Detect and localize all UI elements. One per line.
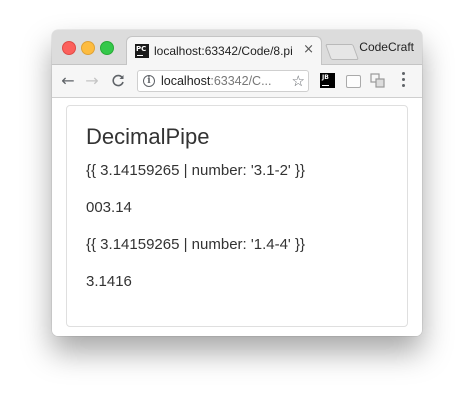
- page-title: DecimalPipe: [86, 124, 210, 149]
- url-text[interactable]: localhost:63342/C...: [161, 74, 286, 88]
- tab-title: localhost:63342/Code/8.pi: [154, 44, 293, 58]
- url-path: :63342/C...: [210, 74, 272, 88]
- page-viewport: DecimalPipe {{ 3.14159265 | number: '3.1…: [52, 98, 422, 336]
- window-maximize-button[interactable]: [100, 41, 114, 55]
- jetbrains-icon[interactable]: JB: [320, 73, 335, 88]
- code-example-2: {{ 3.14159265 | number: '1.4-4' }}: [86, 236, 305, 253]
- puzzle-icon[interactable]: [370, 73, 385, 88]
- output-1: 003.14: [86, 199, 132, 216]
- code-example-1: {{ 3.14159265 | number: '3.1-2' }}: [86, 162, 305, 179]
- reload-icon[interactable]: [108, 71, 128, 91]
- pycharm-favicon-icon: PC: [135, 44, 149, 58]
- tab-strip: PC localhost:63342/Code/8.pi × CodeCraft: [52, 30, 422, 65]
- forward-arrow-icon[interactable]: →: [82, 71, 102, 91]
- extension-box-icon[interactable]: [346, 75, 361, 88]
- menu-icon[interactable]: [402, 72, 406, 90]
- content-card: DecimalPipe {{ 3.14159265 | number: '3.1…: [66, 105, 408, 327]
- output-2: 3.1416: [86, 273, 132, 290]
- profile-name[interactable]: CodeCraft: [359, 40, 414, 54]
- address-bar[interactable]: i localhost:63342/C... ☆: [137, 70, 309, 92]
- info-icon[interactable]: i: [143, 75, 155, 87]
- jb-extension-label: JB: [322, 74, 329, 81]
- url-host: localhost: [161, 74, 211, 88]
- window-minimize-button[interactable]: [81, 41, 95, 55]
- favicon-text: PC: [136, 45, 147, 53]
- browser-window: PC localhost:63342/Code/8.pi × CodeCraft…: [52, 30, 422, 336]
- star-icon[interactable]: ☆: [292, 72, 305, 90]
- window-close-button[interactable]: [62, 41, 76, 55]
- tab-close-icon[interactable]: ×: [303, 43, 314, 57]
- back-arrow-icon[interactable]: ←: [58, 71, 78, 91]
- new-tab-button[interactable]: [325, 44, 359, 60]
- browser-toolbar: ← → i localhost:63342/C... ☆ JB: [52, 65, 422, 98]
- tab-active[interactable]: PC localhost:63342/Code/8.pi ×: [126, 36, 322, 65]
